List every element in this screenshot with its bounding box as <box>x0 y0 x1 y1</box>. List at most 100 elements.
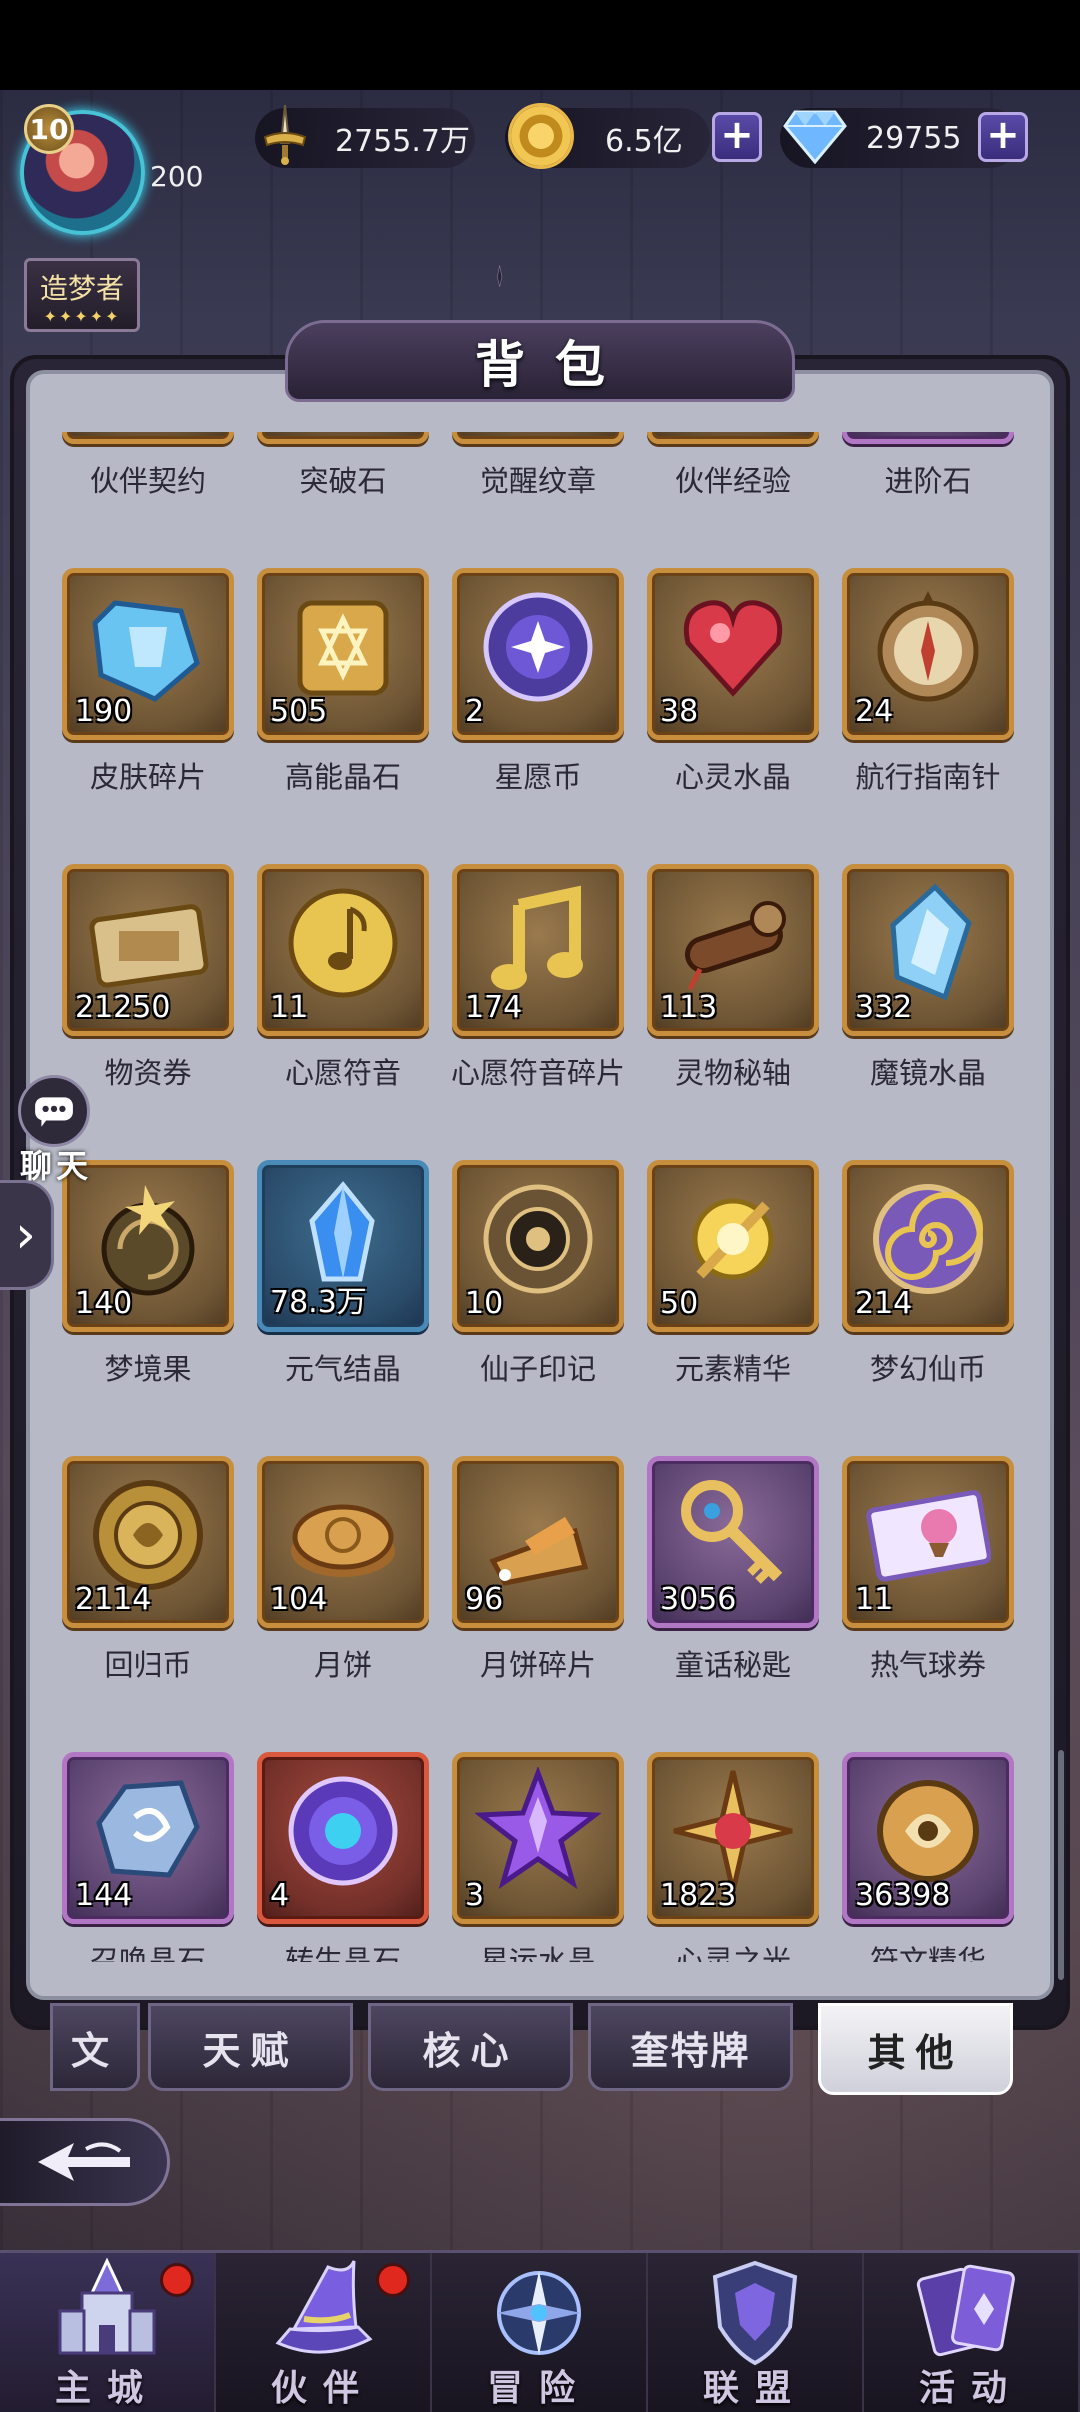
item-name: 童话秘匙 <box>674 1648 791 1682</box>
item-frame[interactable]: 190 <box>62 568 234 740</box>
chevron-right-icon: › <box>15 1205 36 1265</box>
inventory-slot[interactable]: 24 航行指南针 <box>842 568 1014 796</box>
tab-core[interactable]: 核心 <box>368 2003 573 2091</box>
item-frame[interactable]: 4 <box>257 1752 429 1924</box>
item-name: 心愿符音碎片 <box>450 1056 625 1090</box>
item-quantity: 505 <box>270 694 328 729</box>
side-expand-button[interactable]: › <box>0 1180 54 1290</box>
soul-light-icon <box>673 1770 793 1892</box>
inventory-slot[interactable]: 113 灵物秘轴 <box>647 864 819 1092</box>
skin-shard-icon <box>92 600 200 702</box>
inventory-slot[interactable]: 505 高能晶石 <box>257 568 429 796</box>
item-name: 心愿符音 <box>284 1056 401 1090</box>
item-frame[interactable]: 10 <box>452 1160 624 1332</box>
item-quantity: 11 <box>270 990 309 1025</box>
inventory-slot[interactable]: 332 魔镜水晶 <box>842 864 1014 1092</box>
inventory-slot[interactable]: 10 仙子印记 <box>452 1160 624 1388</box>
nav-alliance[interactable]: 联盟 <box>648 2253 864 2412</box>
item-frame[interactable]: 96 <box>452 1456 624 1628</box>
item-frame[interactable]: 30 <box>257 432 429 444</box>
main-city-notification-badge <box>160 2263 194 2297</box>
inventory-slot[interactable]: 190 皮肤碎片 <box>62 568 234 796</box>
item-quantity: 5243.9万 <box>660 432 795 433</box>
inventory-slot[interactable]: 174 心愿符音碎片 <box>451 864 625 1092</box>
item-frame[interactable]: 3056 <box>647 1456 819 1628</box>
inventory-slot[interactable]: 38 心灵水晶 <box>647 568 819 796</box>
inventory-slot[interactable]: 13692 进阶石 <box>842 432 1014 500</box>
inventory-slot[interactable]: 3056 童话秘匙 <box>647 1456 819 1684</box>
summon-crystal-icon <box>96 1780 200 1878</box>
item-frame[interactable]: 1 <box>62 432 234 444</box>
nav-partners[interactable]: 伙伴 <box>216 2253 432 2412</box>
item-frame[interactable]: 3 <box>452 1752 624 1924</box>
item-frame[interactable]: 11 <box>842 1456 1014 1628</box>
inventory-grid-viewport[interactable]: 1 伙伴契约 30 突破石 9 觉醒纹章 EXP5243.9万伙伴经验 13692 进阶石 190… <box>40 432 1040 1962</box>
inventory-slot[interactable]: 11 热气球券 <box>842 1456 1014 1684</box>
item-frame[interactable]: 36398 <box>842 1752 1014 1924</box>
item-frame[interactable]: 11 <box>257 864 429 1036</box>
item-frame[interactable]: 505 <box>257 568 429 740</box>
inventory-slot[interactable]: 96 月饼碎片 <box>452 1456 624 1684</box>
inventory-slot[interactable]: 2114 回归币 <box>62 1456 234 1684</box>
item-frame[interactable]: 144 <box>62 1752 234 1924</box>
inventory-slot[interactable]: EXP5243.9万伙伴经验 <box>647 432 819 500</box>
item-frame[interactable]: 78.3万 <box>257 1160 429 1332</box>
tab-other[interactable]: 其他 <box>818 2003 1013 2095</box>
inventory-slot[interactable]: 2 星愿币 <box>452 568 624 796</box>
item-frame[interactable]: 9 <box>452 432 624 444</box>
inventory-slot[interactable]: 214 梦幻仙币 <box>842 1160 1014 1388</box>
item-frame[interactable]: 13692 <box>842 432 1014 444</box>
item-frame[interactable]: 50 <box>647 1160 819 1332</box>
item-frame[interactable]: 1823 <box>647 1752 819 1924</box>
item-frame[interactable]: 104 <box>257 1456 429 1628</box>
inventory-slot[interactable]: 4 转生晶石 <box>257 1752 429 1962</box>
inventory-slot[interactable]: 3 星运水晶 <box>452 1752 624 1962</box>
nav-adventure[interactable]: 冒险 <box>432 2253 648 2412</box>
mirror-crystal-icon <box>890 883 972 1001</box>
item-quantity: 4 <box>270 1878 290 1913</box>
inventory-scrollbar[interactable] <box>1058 1750 1064 1980</box>
inventory-slot[interactable]: 11 心愿符音 <box>257 864 429 1092</box>
tab-tarot[interactable]: 奎特牌 <box>588 2003 793 2091</box>
inventory-slot[interactable]: 21250 物资券 <box>62 864 234 1092</box>
item-frame[interactable]: 2 <box>452 568 624 740</box>
rebirth-orb-icon <box>288 1776 398 1886</box>
tab-talent[interactable]: 天赋 <box>148 2003 353 2091</box>
music-notes-icon <box>491 885 583 990</box>
compass-rose-icon <box>497 2271 581 2355</box>
inventory-slot[interactable]: 50 元素精华 <box>647 1160 819 1388</box>
item-frame[interactable]: 332 <box>842 864 1014 1036</box>
inventory-slot[interactable]: 78.3万 元气结晶 <box>257 1160 429 1388</box>
add-gems-button[interactable]: + <box>978 112 1028 162</box>
inventory-slot[interactable]: 144 召唤晶石 <box>62 1752 234 1962</box>
add-gold-button[interactable]: + <box>712 112 762 162</box>
rune-essence-icon <box>877 1780 979 1882</box>
tab-partial[interactable]: 文 <box>50 2003 140 2091</box>
item-frame[interactable]: 24 <box>842 568 1014 740</box>
item-frame[interactable]: 21250 <box>62 864 234 1036</box>
item-frame[interactable]: 174 <box>452 864 624 1036</box>
back-button[interactable] <box>0 2118 170 2206</box>
inventory-slot[interactable]: 1823 心灵之光 <box>647 1752 819 1962</box>
player-avatar-area[interactable]: 10 <box>0 100 160 260</box>
item-name: 心灵之光 <box>674 1944 791 1962</box>
inventory-slot[interactable]: 30 突破石 <box>257 432 429 500</box>
item-frame[interactable]: 38 <box>647 568 819 740</box>
inventory-slot[interactable]: 140 梦境果 <box>62 1160 234 1388</box>
item-name: 魔镜水晶 <box>869 1056 986 1090</box>
item-frame[interactable]: 214 <box>842 1160 1014 1332</box>
panel-title: 背包 <box>475 336 635 394</box>
player-title-plate[interactable]: 造梦者 ✦✦✦✦✦ <box>24 258 140 332</box>
inventory-slot[interactable]: 1 伙伴契约 <box>62 432 234 500</box>
item-frame[interactable]: EXP5243.9万 <box>647 432 819 444</box>
item-frame[interactable]: 2114 <box>62 1456 234 1628</box>
nav-main-city[interactable]: 主城 <box>0 2253 216 2412</box>
title-stars: ✦✦✦✦✦ <box>43 307 121 326</box>
chat-button[interactable]: 聊天 <box>6 1075 96 1185</box>
item-frame[interactable]: 113 <box>647 864 819 1036</box>
inventory-slot[interactable]: 36398 符文精华 <box>842 1752 1014 1962</box>
inventory-slot[interactable]: 104 月饼 <box>257 1456 429 1684</box>
cards-icon <box>916 2264 1015 2357</box>
nav-events[interactable]: 活动 <box>864 2253 1080 2412</box>
inventory-slot[interactable]: 9 觉醒纹章 <box>452 432 624 500</box>
